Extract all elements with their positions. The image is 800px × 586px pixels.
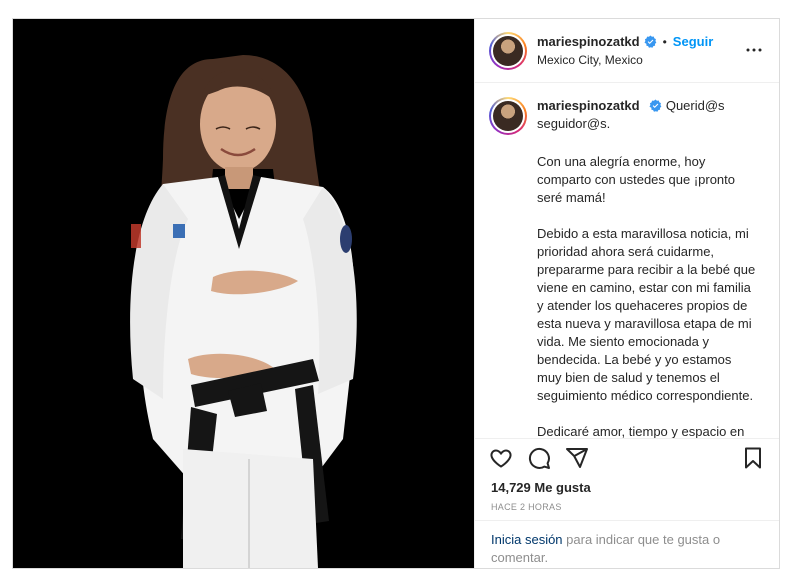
comment-icon[interactable]	[527, 446, 551, 470]
separator-dot: •	[662, 34, 667, 49]
action-bar	[475, 438, 779, 476]
caption-avatar[interactable]	[489, 97, 527, 135]
login-link[interactable]: Inicia sesión	[491, 532, 563, 547]
photo-illustration	[13, 19, 474, 568]
login-prompt: Inicia sesión para indicar que te gusta …	[475, 520, 779, 568]
caption-paragraph: Dedicaré amor, tiempo y espacio en	[537, 424, 745, 438]
verified-badge-icon	[649, 99, 662, 112]
more-options-icon[interactable]	[745, 41, 763, 59]
caption-paragraph: Con una alegría enorme, hoy comparto con…	[537, 154, 736, 205]
heart-icon[interactable]	[489, 446, 513, 470]
post-header: mariespinozatkd • Seguir Mexico City, Me…	[475, 19, 779, 83]
username-link[interactable]: mariespinozatkd	[537, 33, 640, 51]
post-timestamp[interactable]: HACE 2 HORAS	[475, 498, 779, 520]
avatar[interactable]	[489, 31, 527, 70]
like-count[interactable]: 14,729 Me gusta	[475, 476, 779, 498]
caption: mariespinozatkd Querid@s seguidor@s. Con…	[475, 83, 779, 438]
verified-badge-icon	[644, 35, 656, 48]
location-link[interactable]: Mexico City, Mexico	[537, 51, 713, 69]
post-card: mariespinozatkd • Seguir Mexico City, Me…	[12, 18, 780, 569]
post-sidebar: mariespinozatkd • Seguir Mexico City, Me…	[474, 19, 779, 568]
caption-paragraph: Debido a esta maravillosa noticia, mi pr…	[537, 226, 756, 403]
post-photo[interactable]	[13, 19, 474, 568]
share-icon[interactable]	[565, 446, 589, 470]
bookmark-icon[interactable]	[741, 446, 765, 470]
caption-username[interactable]: mariespinozatkd	[537, 98, 640, 113]
follow-button[interactable]: Seguir	[673, 33, 713, 51]
